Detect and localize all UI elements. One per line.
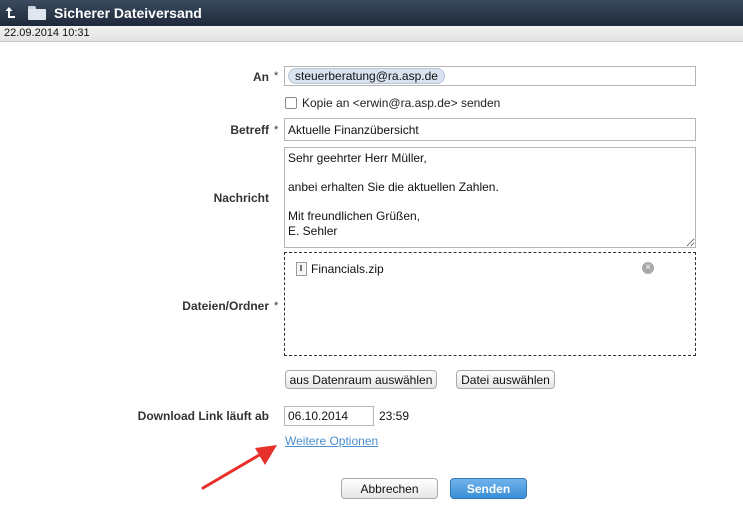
to-label: An <box>253 70 269 84</box>
send-button[interactable]: Senden <box>450 478 527 499</box>
subject-label: Betreff <box>230 123 269 137</box>
copy-checkbox[interactable] <box>285 97 297 109</box>
expiry-time: 23:59 <box>379 409 410 423</box>
message-textarea[interactable] <box>284 147 696 248</box>
file-icon <box>296 262 307 276</box>
timestamp: 22.09.2014 10:31 <box>0 26 743 42</box>
message-label: Nachricht <box>213 191 269 205</box>
recipient-chip[interactable]: steuerberatung@ra.asp.de <box>288 68 445 84</box>
more-options-link[interactable]: Weitere Optionen <box>285 434 378 448</box>
to-required-mark: * <box>274 70 279 82</box>
files-required-mark: * <box>274 300 279 312</box>
expiry-date-value: 06.10.2014 <box>288 409 349 423</box>
subject-required-mark: * <box>274 124 279 136</box>
expiry-date-field[interactable]: 06.10.2014 <box>284 406 374 426</box>
file-item[interactable]: Financials.zip <box>296 262 384 276</box>
choose-file-button[interactable]: Datei auswählen <box>456 370 555 389</box>
files-label: Dateien/Ordner <box>182 299 269 313</box>
select-from-dataroom-button[interactable]: aus Datenraum auswählen <box>285 370 437 389</box>
back-arrow-icon[interactable] <box>0 0 22 26</box>
remove-circle-icon[interactable]: × <box>642 262 654 274</box>
window-title: Sicherer Dateiversand <box>54 5 202 21</box>
file-name: Financials.zip <box>311 262 384 276</box>
title-bar: Sicherer Dateiversand <box>0 0 743 26</box>
expiry-label: Download Link läuft ab <box>137 409 269 423</box>
copy-checkbox-row[interactable]: Kopie an <erwin@ra.asp.de> senden <box>285 96 500 110</box>
annotation-arrow-icon <box>201 445 277 490</box>
copy-label: Kopie an <erwin@ra.asp.de> senden <box>302 96 501 110</box>
recipient-field[interactable]: steuerberatung@ra.asp.de <box>284 66 696 86</box>
cancel-button[interactable]: Abbrechen <box>341 478 438 499</box>
subject-value: Aktuelle Finanzübersicht <box>288 122 419 137</box>
folder-icon <box>28 6 46 20</box>
subject-field[interactable]: Aktuelle Finanzübersicht <box>284 118 696 141</box>
